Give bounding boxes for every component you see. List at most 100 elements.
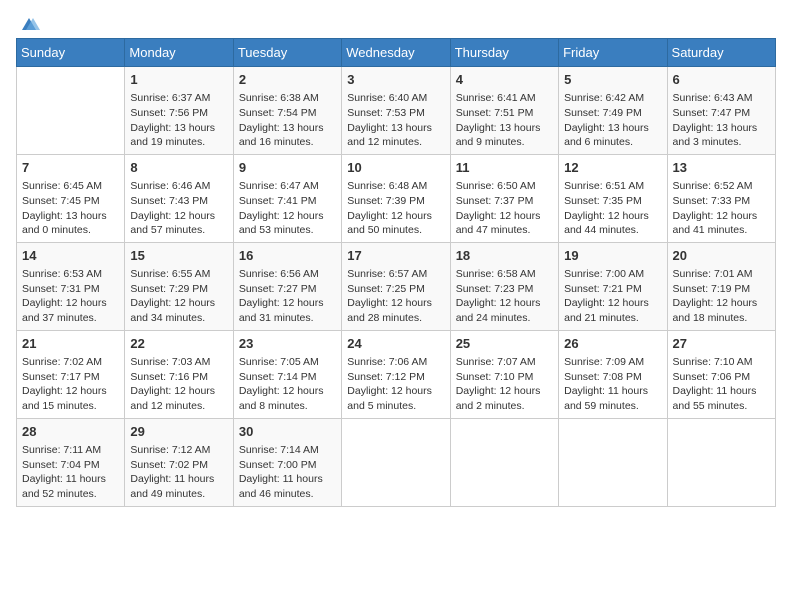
- day-number: 24: [347, 335, 444, 353]
- day-number: 7: [22, 159, 119, 177]
- calendar-cell: 18Sunrise: 6:58 AMSunset: 7:23 PMDayligh…: [450, 242, 558, 330]
- day-info: Sunrise: 7:10 AMSunset: 7:06 PMDaylight:…: [673, 355, 770, 414]
- day-number: 8: [130, 159, 227, 177]
- calendar-cell: 25 Sunrise: 7:07 AMSunset: 7:10 PMDayligh…: [450, 330, 558, 418]
- calendar-week-row: 1 Sunrise: 6:37 AMSunset: 7:56 PMDaylight…: [17, 67, 776, 155]
- day-number: 23: [239, 335, 336, 353]
- day-info: Sunrise: 6:42 AMSunset: 7:49 PMDaylight:…: [564, 91, 661, 150]
- calendar-cell: [450, 418, 558, 506]
- day-info: Sunrise: 6:41 AMSunset: 7:51 PMDaylight:…: [456, 91, 553, 150]
- calendar-header-wednesday: Wednesday: [342, 39, 450, 67]
- day-info: Sunrise: 7:11 AMSunset: 7:04 PMDaylight:…: [22, 443, 119, 502]
- day-info: Sunrise: 7:12 AMSunset: 7:02 PMDaylight:…: [130, 443, 227, 502]
- calendar-header-row: SundayMondayTuesdayWednesdayThursdayFrid…: [17, 39, 776, 67]
- day-info: Sunrise: 6:38 AMSunset: 7:54 PMDaylight:…: [239, 91, 336, 150]
- day-info: Sunrise: 7:05 AMSunset: 7:14 PMDaylight:…: [239, 355, 336, 414]
- calendar-cell: 3Sunrise: 6:40 AMSunset: 7:53 PMDaylight…: [342, 67, 450, 155]
- calendar-cell: 17 Sunrise: 6:57 AMSunset: 7:25 PMDayligh…: [342, 242, 450, 330]
- calendar-week-row: 21 Sunrise: 7:02 AMSunset: 7:17 PMDayligh…: [17, 330, 776, 418]
- day-info: Sunrise: 6:56 AMSunset: 7:27 PMDaylight:…: [239, 267, 336, 326]
- day-number: 12: [564, 159, 661, 177]
- day-info: Sunrise: 7:01 AMSunset: 7:19 PMDaylight:…: [673, 267, 770, 326]
- day-number: 9: [239, 159, 336, 177]
- calendar-week-row: 28 Sunrise: 7:11 AMSunset: 7:04 PMDayligh…: [17, 418, 776, 506]
- calendar-cell: 11 Sunrise: 6:50 AMSunset: 7:37 PMDayligh…: [450, 154, 558, 242]
- calendar-header-thursday: Thursday: [450, 39, 558, 67]
- calendar-cell: 9 Sunrise: 6:47 AMSunset: 7:41 PMDaylight…: [233, 154, 341, 242]
- day-info: Sunrise: 6:57 AMSunset: 7:25 PMDaylight:…: [347, 267, 444, 326]
- day-info: Sunrise: 6:58 AMSunset: 7:23 PMDaylight:…: [456, 267, 553, 326]
- day-number: 10: [347, 159, 444, 177]
- logo: [16, 16, 40, 30]
- calendar-cell: 19 Sunrise: 7:00 AMSunset: 7:21 PMDayligh…: [559, 242, 667, 330]
- day-number: 26: [564, 335, 661, 353]
- day-number: 5: [564, 71, 661, 89]
- day-number: 3: [347, 71, 444, 89]
- day-info: Sunrise: 6:55 AMSunset: 7:29 PMDaylight:…: [130, 267, 227, 326]
- logo-icon: [18, 16, 40, 34]
- day-number: 19: [564, 247, 661, 265]
- day-info: Sunrise: 6:43 AMSunset: 7:47 PMDaylight:…: [673, 91, 770, 150]
- calendar-header-friday: Friday: [559, 39, 667, 67]
- calendar-cell: 28 Sunrise: 7:11 AMSunset: 7:04 PMDayligh…: [17, 418, 125, 506]
- day-info: Sunrise: 6:50 AMSunset: 7:37 PMDaylight:…: [456, 179, 553, 238]
- day-info: Sunrise: 7:06 AMSunset: 7:12 PMDaylight:…: [347, 355, 444, 414]
- day-number: 6: [673, 71, 770, 89]
- calendar-cell: 2 Sunrise: 6:38 AMSunset: 7:54 PMDaylight…: [233, 67, 341, 155]
- day-info: Sunrise: 6:53 AMSunset: 7:31 PMDaylight:…: [22, 267, 119, 326]
- day-number: 25: [456, 335, 553, 353]
- day-number: 4: [456, 71, 553, 89]
- day-number: 1: [130, 71, 227, 89]
- day-number: 28: [22, 423, 119, 441]
- day-info: Sunrise: 7:07 AMSunset: 7:10 PMDaylight:…: [456, 355, 553, 414]
- calendar-cell: 26Sunrise: 7:09 AMSunset: 7:08 PMDayligh…: [559, 330, 667, 418]
- day-info: Sunrise: 6:48 AMSunset: 7:39 PMDaylight:…: [347, 179, 444, 238]
- day-number: 2: [239, 71, 336, 89]
- day-info: Sunrise: 6:37 AMSunset: 7:56 PMDaylight:…: [130, 91, 227, 150]
- calendar-cell: 22 Sunrise: 7:03 AMSunset: 7:16 PMDayligh…: [125, 330, 233, 418]
- calendar-cell: [559, 418, 667, 506]
- day-number: 14: [22, 247, 119, 265]
- day-info: Sunrise: 6:52 AMSunset: 7:33 PMDaylight:…: [673, 179, 770, 238]
- day-number: 30: [239, 423, 336, 441]
- day-info: Sunrise: 7:14 AMSunset: 7:00 PMDaylight:…: [239, 443, 336, 502]
- calendar-header-saturday: Saturday: [667, 39, 775, 67]
- calendar-week-row: 7 Sunrise: 6:45 AMSunset: 7:45 PMDaylight…: [17, 154, 776, 242]
- day-info: Sunrise: 6:45 AMSunset: 7:45 PMDaylight:…: [22, 179, 119, 238]
- day-info: Sunrise: 6:46 AMSunset: 7:43 PMDaylight:…: [130, 179, 227, 238]
- calendar-cell: 23 Sunrise: 7:05 AMSunset: 7:14 PMDayligh…: [233, 330, 341, 418]
- calendar-cell: 30 Sunrise: 7:14 AMSunset: 7:00 PMDayligh…: [233, 418, 341, 506]
- day-number: 20: [673, 247, 770, 265]
- calendar-cell: 1 Sunrise: 6:37 AMSunset: 7:56 PMDaylight…: [125, 67, 233, 155]
- calendar-cell: 8 Sunrise: 6:46 AMSunset: 7:43 PMDaylight…: [125, 154, 233, 242]
- calendar-cell: 12Sunrise: 6:51 AMSunset: 7:35 PMDayligh…: [559, 154, 667, 242]
- day-number: 21: [22, 335, 119, 353]
- calendar-cell: [667, 418, 775, 506]
- header: [16, 16, 776, 30]
- calendar-cell: 24 Sunrise: 7:06 AMSunset: 7:12 PMDayligh…: [342, 330, 450, 418]
- calendar-cell: 20 Sunrise: 7:01 AMSunset: 7:19 PMDayligh…: [667, 242, 775, 330]
- calendar-cell: 7 Sunrise: 6:45 AMSunset: 7:45 PMDaylight…: [17, 154, 125, 242]
- day-info: Sunrise: 6:47 AMSunset: 7:41 PMDaylight:…: [239, 179, 336, 238]
- calendar-cell: 10 Sunrise: 6:48 AMSunset: 7:39 PMDayligh…: [342, 154, 450, 242]
- day-info: Sunrise: 7:00 AMSunset: 7:21 PMDaylight:…: [564, 267, 661, 326]
- day-number: 11: [456, 159, 553, 177]
- calendar-cell: 27 Sunrise: 7:10 AMSunset: 7:06 PMDayligh…: [667, 330, 775, 418]
- calendar-cell: 13 Sunrise: 6:52 AMSunset: 7:33 PMDayligh…: [667, 154, 775, 242]
- day-info: Sunrise: 7:03 AMSunset: 7:16 PMDaylight:…: [130, 355, 227, 414]
- calendar-cell: 6 Sunrise: 6:43 AMSunset: 7:47 PMDaylight…: [667, 67, 775, 155]
- calendar-cell: 5 Sunrise: 6:42 AMSunset: 7:49 PMDaylight…: [559, 67, 667, 155]
- day-info: Sunrise: 7:02 AMSunset: 7:17 PMDaylight:…: [22, 355, 119, 414]
- calendar-cell: [342, 418, 450, 506]
- day-number: 17: [347, 247, 444, 265]
- calendar-cell: 29 Sunrise: 7:12 AMSunset: 7:02 PMDayligh…: [125, 418, 233, 506]
- day-number: 29: [130, 423, 227, 441]
- day-number: 13: [673, 159, 770, 177]
- calendar-cell: 14 Sunrise: 6:53 AMSunset: 7:31 PMDayligh…: [17, 242, 125, 330]
- day-number: 22: [130, 335, 227, 353]
- day-number: 27: [673, 335, 770, 353]
- calendar-header-tuesday: Tuesday: [233, 39, 341, 67]
- calendar-cell: 4 Sunrise: 6:41 AMSunset: 7:51 PMDaylight…: [450, 67, 558, 155]
- calendar-table: SundayMondayTuesdayWednesdayThursdayFrid…: [16, 38, 776, 507]
- calendar-header-sunday: Sunday: [17, 39, 125, 67]
